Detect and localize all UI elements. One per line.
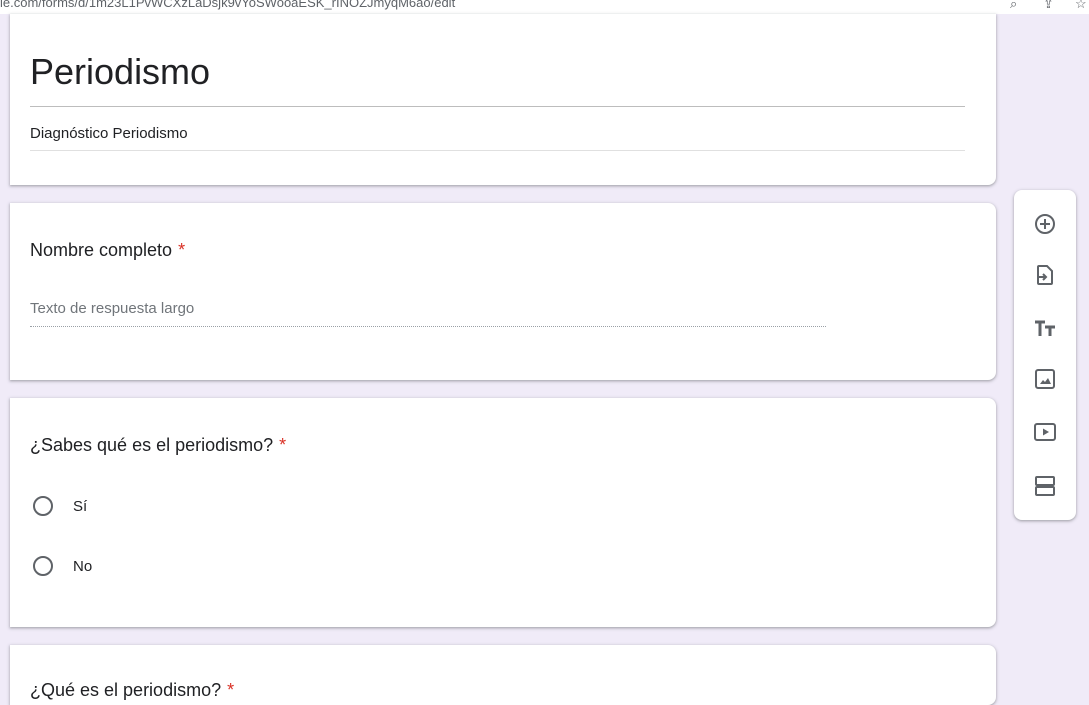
radio-button[interactable] [33,556,53,576]
url-text[interactable]: le.com/forms/d/1m23L1PvWCXzLaDsjk9vYoSWo… [0,0,455,10]
add-question-icon[interactable] [1031,210,1059,238]
floating-toolbar [1014,190,1076,520]
question-card-sabes[interactable]: ¿Sabes qué es el periodismo? * Sí No [10,398,996,627]
question-title-text: ¿Qué es el periodismo? [30,680,222,700]
form-title[interactable]: Periodismo [30,50,210,94]
option-si[interactable]: Sí [30,494,87,518]
add-section-icon[interactable] [1031,472,1059,500]
question-title-text: ¿Sabes qué es el periodismo? [30,435,274,455]
question-card-que-es[interactable]: ¿Qué es el periodismo? * [10,645,996,705]
form-title-card[interactable]: Periodismo Diagnóstico Periodismo [10,14,996,185]
share-icon[interactable]: ⇪ [1043,0,1054,12]
required-asterisk: * [178,240,186,260]
bookmark-star-icon[interactable]: ☆ [1075,0,1087,12]
question-title: Nombre completo * [30,240,185,261]
answer-underline [30,326,826,327]
long-answer-placeholder: Texto de respuesta largo [30,300,195,317]
option-label: No [73,557,93,575]
question-title-text: Nombre completo [30,240,173,260]
import-questions-icon[interactable] [1031,261,1059,289]
description-underline [30,150,965,151]
add-title-icon[interactable] [1031,315,1059,343]
form-description[interactable]: Diagnóstico Periodismo [30,125,188,142]
address-bar[interactable]: le.com/forms/d/1m23L1PvWCXzLaDsjk9vYoSWo… [0,0,1089,14]
option-label: Sí [73,497,88,515]
required-asterisk: * [279,435,287,455]
radio-button[interactable] [33,496,53,516]
question-title: ¿Qué es el periodismo? * [30,680,234,701]
add-image-icon[interactable] [1031,365,1059,393]
required-asterisk: * [227,680,235,700]
option-no[interactable]: No [30,554,92,578]
add-video-icon[interactable] [1031,418,1059,446]
question-title: ¿Sabes qué es el periodismo? * [30,435,286,456]
zoom-icon[interactable]: ⌕ [1010,0,1017,12]
question-card-nombre[interactable]: Nombre completo * Texto de respuesta larg… [10,203,996,380]
title-underline [30,106,965,107]
